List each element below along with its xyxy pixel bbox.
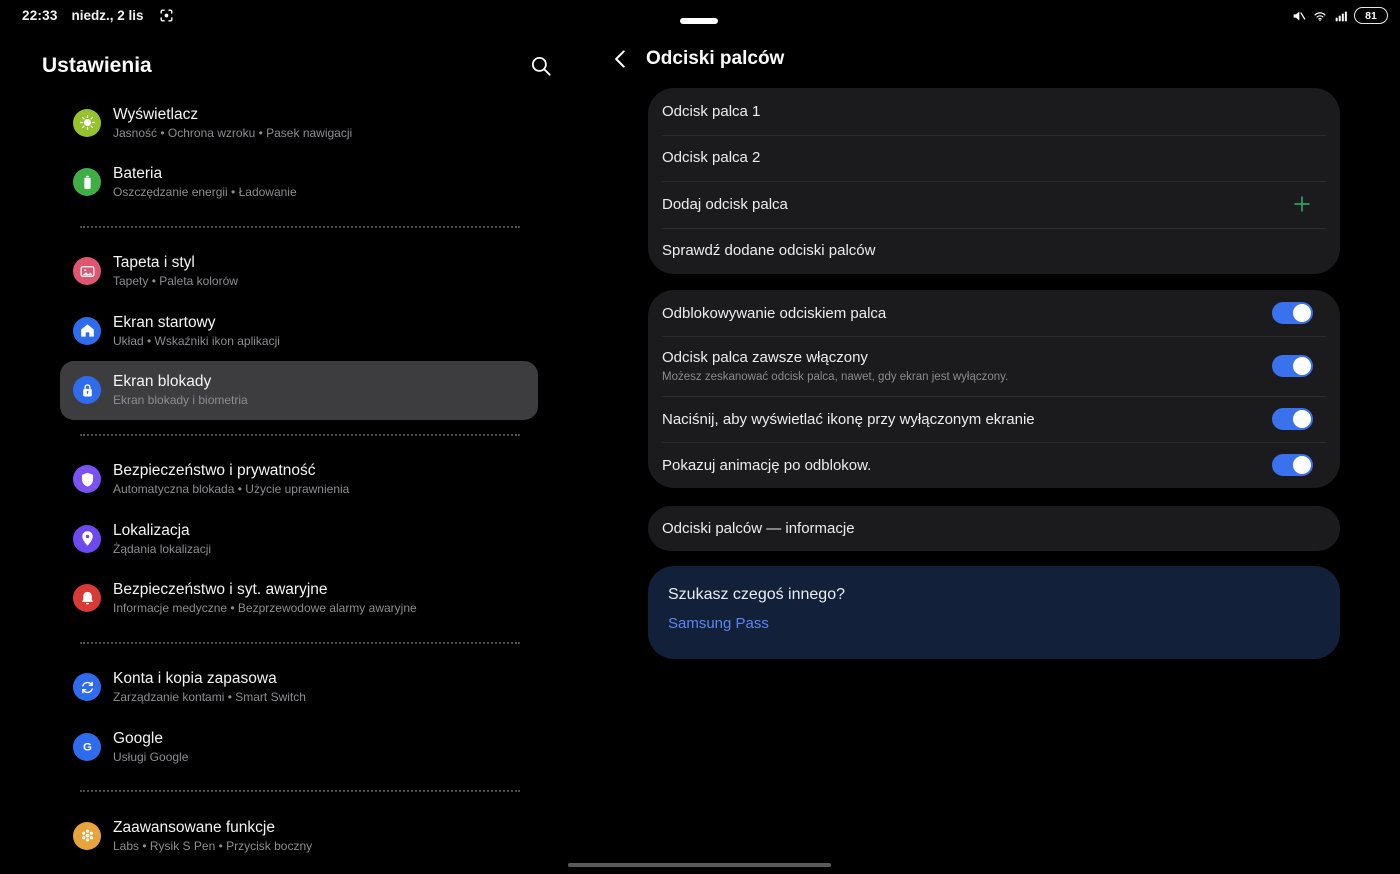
fingerprint-info-card: Odciski palców — informacje: [648, 506, 1340, 551]
sidebar-item-label: Bezpieczeństwo i prywatność: [113, 462, 349, 480]
status-date: niedz., 2 lis: [72, 8, 144, 23]
sidebar-item-label: Bezpieczeństwo i syt. awaryjne: [113, 581, 417, 599]
fingerprint-row-label: Odcisk palca 2: [662, 148, 1313, 167]
sidebar-item-sublabel: Labs • Rysik S Pen • Przycisk boczny: [113, 839, 312, 853]
sidebar-item-bateria[interactable]: Bateria Oszczędzanie energii • Ładowanie: [60, 153, 538, 213]
sidebar-item-label: Wyświetlacz: [113, 106, 352, 124]
wallpaper-icon: [73, 257, 101, 285]
page-title: Ustawienia: [42, 54, 152, 78]
toggle-description: Możesz zeskanować odcisk palca, nawet, g…: [662, 370, 1258, 384]
sidebar-group-divider: [60, 212, 538, 242]
wifi-icon: [1312, 8, 1328, 24]
toggle-label: Odcisk palca zawsze włączony: [662, 348, 1258, 367]
location-pin-icon: [73, 525, 101, 553]
sidebar-item-sublabel: Zarządzanie kontami • Smart Switch: [113, 690, 306, 704]
sidebar-item-label: Lokalizacja: [113, 522, 211, 540]
toggle-row-pokazuj-animacj-po-odblokow: Pokazuj animację po odblokow.: [648, 442, 1340, 488]
toggle-row-naci-nij-aby-wy-wietla-ikon-przy-wy-czonym-ekranie: Naciśnij, aby wyświetlać ikonę przy wyłą…: [648, 396, 1340, 442]
sidebar-item-sublabel: Żądania lokalizacji: [113, 542, 211, 556]
suggestion-title: Szukasz czegoś innego?: [668, 586, 1320, 604]
google-g-icon: G: [73, 733, 101, 761]
fingerprint-row-sprawd-dodane-odciski-palc-w[interactable]: Sprawdź dodane odciski palców: [648, 228, 1340, 275]
toggle-row-odblokowywanie-odciskiem-palca: Odblokowywanie odciskiem palca: [648, 290, 1340, 336]
sidebar-item-label: Tapeta i styl: [113, 254, 238, 272]
sidebar-item-ekran-blokady[interactable]: Ekran blokady Ekran blokady i biometria: [60, 361, 538, 421]
fingerprint-info-label: Odciski palców — informacje: [662, 519, 1313, 538]
toggle-switch[interactable]: [1272, 408, 1313, 430]
detail-title: Odciski palców: [646, 48, 784, 70]
settings-sidebar: Ustawienia Wyświetlacz Jasność • Ochrona …: [0, 32, 600, 874]
toggle-switch[interactable]: [1272, 355, 1313, 377]
sidebar-item-sublabel: Jasność • Ochrona wzroku • Pasek nawigac…: [113, 126, 352, 140]
sidebar-item-sublabel: Informacje medyczne • Bezprzewodowe alar…: [113, 601, 417, 615]
toggle-switch[interactable]: [1272, 302, 1313, 324]
fingerprints-panel: Odciski palców Odcisk palca 1Odcisk palc…: [600, 32, 1400, 874]
settings-screen: 22:33 niedz., 2 lis: [0, 0, 1400, 874]
screen-cast-icon: [158, 7, 175, 24]
home-icon: [73, 317, 101, 345]
sidebar-item-bezpiecze-stwo-i-prywatno[interactable]: Bezpieczeństwo i prywatność Automatyczna …: [60, 450, 538, 510]
sidebar-item-sublabel: Układ • Wskaźniki ikon aplikacji: [113, 334, 280, 348]
sidebar-item-bezpiecze-stwo-i-syt-awaryjne[interactable]: Bezpieczeństwo i syt. awaryjne Informacje…: [60, 569, 538, 629]
fingerprint-row-odcisk-palca-2[interactable]: Odcisk palca 2: [648, 135, 1340, 182]
toggle-switch[interactable]: [1272, 454, 1313, 476]
signal-icon: [1333, 8, 1349, 24]
sidebar-item-zaawansowane-funkcje[interactable]: Zaawansowane funkcje Labs • Rysik S Pen •…: [60, 806, 538, 866]
clock: 22:33: [22, 8, 58, 23]
sidebar-item-sublabel: Oszczędzanie energii • Ładowanie: [113, 185, 297, 199]
suggestion-card: Szukasz czegoś innego? Samsung Pass: [648, 566, 1340, 659]
fingerprint-row-label: Odcisk palca 1: [662, 102, 1313, 121]
status-bar: 22:33 niedz., 2 lis: [0, 0, 1400, 32]
advanced-flower-icon: [73, 822, 101, 850]
back-chevron-icon[interactable]: [608, 46, 634, 72]
sidebar-item-label: Ekran startowy: [113, 314, 280, 332]
sidebar-item-tapeta-i-styl[interactable]: Tapeta i styl Tapety • Paleta kolorów: [60, 242, 538, 302]
sidebar-item-label: Bateria: [113, 165, 297, 183]
fingerprint-list-card: Odcisk palca 1 Odcisk palca 2 Dodaj odcisk…: [648, 88, 1340, 274]
sidebar-item-label: Zaawansowane funkcje: [113, 819, 312, 837]
sidebar-group-divider: [60, 420, 538, 450]
fingerprint-toggles-card: Odblokowywanie odciskiem palca Odcisk pal…: [648, 290, 1340, 488]
toggle-label: Naciśnij, aby wyświetlać ikonę przy wyłą…: [662, 410, 1258, 429]
sidebar-group-divider: [60, 628, 538, 658]
sidebar-item-konta-i-kopia-zapasowa[interactable]: Konta i kopia zapasowa Zarządzanie kontam…: [60, 658, 538, 718]
sidebar-item-label: Google: [113, 730, 188, 748]
toggle-label: Odblokowywanie odciskiem palca: [662, 304, 1258, 323]
fingerprint-row-label: Dodaj odcisk palca: [662, 195, 1291, 214]
sidebar-item-label: Ekran blokady: [113, 373, 248, 391]
fingerprint-row-label: Sprawdź dodane odciski palców: [662, 241, 1313, 260]
sidebar-item-ekran-startowy[interactable]: Ekran startowy Układ • Wskaźniki ikon apl…: [60, 301, 538, 361]
sidebar-list: Wyświetlacz Jasność • Ochrona wzroku • Pa…: [60, 93, 538, 866]
battery-icon: 81: [1354, 7, 1388, 24]
fingerprint-row-dodaj-odcisk-palca[interactable]: Dodaj odcisk palca: [648, 181, 1340, 228]
emergency-bell-icon: [73, 584, 101, 612]
sidebar-item-label: Konta i kopia zapasowa: [113, 670, 306, 688]
sidebar-item-sublabel: Automatyczna blokada • Użycie uprawnieni…: [113, 482, 349, 496]
samsung-pass-link[interactable]: Samsung Pass: [668, 615, 769, 632]
sidebar-item-lokalizacja[interactable]: Lokalizacja Żądania lokalizacji: [60, 509, 538, 569]
battery-icon: [73, 168, 101, 196]
sidebar-group-divider: [60, 777, 538, 807]
sidebar-item-sublabel: Tapety • Paleta kolorów: [113, 274, 238, 288]
display-sun-icon: [73, 109, 101, 137]
toggle-row-odcisk-palca-zawsze-w-czony: Odcisk palca zawsze włączony Możesz zeska…: [648, 336, 1340, 396]
sync-icon: [73, 673, 101, 701]
fingerprint-row-odcisk-palca-1[interactable]: Odcisk palca 1: [648, 88, 1340, 135]
camera-notch: [680, 18, 718, 24]
toggle-label: Pokazuj animację po odblokow.: [662, 456, 1258, 475]
plus-icon: [1291, 193, 1313, 215]
shield-icon: [73, 465, 101, 493]
sidebar-item-sublabel: Ekran blokady i biometria: [113, 393, 248, 407]
sidebar-item-wy-wietlacz[interactable]: Wyświetlacz Jasność • Ochrona wzroku • Pa…: [60, 93, 538, 153]
home-gesture-bar[interactable]: [568, 863, 831, 867]
search-icon[interactable]: [528, 53, 554, 79]
mute-icon: [1291, 8, 1307, 24]
sidebar-item-google[interactable]: G Google Usługi Google: [60, 717, 538, 777]
svg-text:G: G: [83, 742, 92, 754]
lock-icon: [73, 376, 101, 404]
sidebar-item-sublabel: Usługi Google: [113, 750, 188, 764]
fingerprint-info-row[interactable]: Odciski palców — informacje: [648, 506, 1340, 551]
